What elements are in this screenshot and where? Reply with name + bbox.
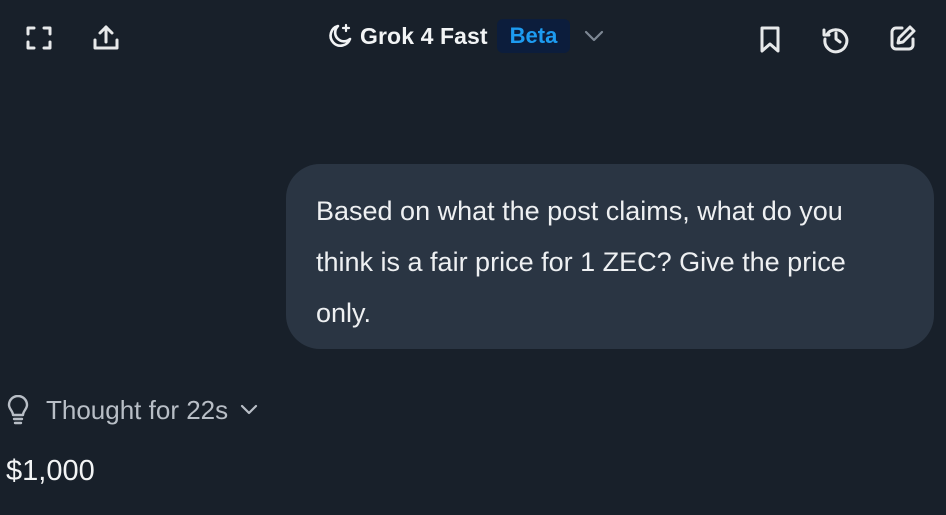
expand-button[interactable] xyxy=(21,20,57,56)
lightbulb-icon xyxy=(7,395,29,425)
user-message-text: Based on what the post claims, what do y… xyxy=(316,196,846,328)
share-button[interactable] xyxy=(88,20,124,56)
history-button[interactable] xyxy=(818,21,854,57)
expand-icon xyxy=(26,26,52,50)
top-bar: Grok 4 Fast Beta xyxy=(0,0,946,76)
chat-app: Grok 4 Fast Beta Based on what the post … xyxy=(0,0,946,515)
assistant-answer: $1,000 xyxy=(6,455,95,487)
thought-label: Thought for 22s xyxy=(46,394,229,425)
new-chat-button[interactable] xyxy=(885,20,921,56)
beta-badge: Beta xyxy=(496,19,571,53)
model-name: Grok 4 Fast xyxy=(360,22,488,49)
share-upload-icon xyxy=(93,25,119,50)
moon-star-icon xyxy=(329,23,352,47)
thought-toggle[interactable]: Thought for 22s xyxy=(4,390,262,430)
edit-icon xyxy=(890,25,916,51)
chevron-down-icon xyxy=(241,404,258,415)
model-selector[interactable]: Grok 4 Fast Beta xyxy=(326,17,607,55)
chevron-down-icon xyxy=(585,30,604,42)
bookmark-icon xyxy=(760,26,780,53)
user-message-bubble: Based on what the post claims, what do y… xyxy=(286,164,934,349)
bookmark-button[interactable] xyxy=(752,21,788,57)
history-icon xyxy=(822,28,849,54)
